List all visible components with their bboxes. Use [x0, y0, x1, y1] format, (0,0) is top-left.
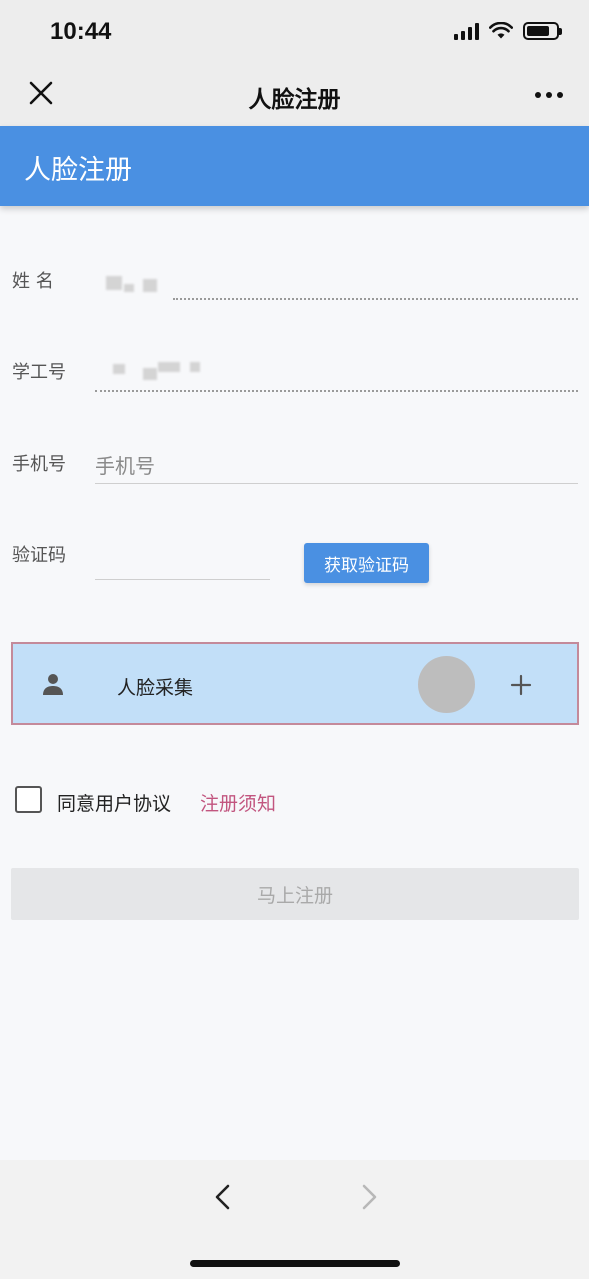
blurred-text	[113, 364, 125, 374]
plus-icon[interactable]	[510, 674, 532, 696]
home-indicator	[190, 1260, 400, 1267]
phone-underline	[95, 483, 578, 484]
back-arrow-icon[interactable]	[210, 1182, 236, 1212]
status-time: 10:44	[50, 18, 112, 45]
face-capture-label: 人脸采集	[117, 677, 194, 699]
more-icon[interactable]	[535, 92, 563, 98]
battery-icon	[523, 22, 562, 40]
face-capture-row[interactable]: 人脸采集	[11, 642, 579, 725]
terms-link[interactable]: 注册须知	[200, 789, 276, 816]
submit-button[interactable]: 马上注册	[11, 868, 579, 920]
status-bar: 10:44	[0, 0, 589, 64]
blurred-text	[106, 276, 122, 290]
cellular-signal-icon	[454, 22, 479, 40]
phone-input[interactable]: 手机号	[95, 450, 155, 479]
face-avatar-placeholder	[418, 656, 475, 713]
get-code-button[interactable]: 获取验证码	[304, 543, 429, 583]
nav-bar: 人脸注册	[0, 64, 589, 126]
agree-checkbox[interactable]	[15, 786, 42, 813]
status-icons	[454, 22, 562, 40]
forward-arrow-icon[interactable]	[356, 1182, 382, 1212]
student-id-label: 学工号	[12, 362, 66, 383]
wifi-icon	[489, 22, 513, 39]
person-icon	[43, 674, 63, 695]
nav-title: 人脸注册	[248, 87, 341, 113]
name-underline	[173, 298, 578, 300]
name-label: 姓 名	[12, 271, 54, 292]
code-label: 验证码	[12, 545, 66, 566]
page-title: 人脸注册	[24, 155, 132, 186]
bottom-bar	[0, 1160, 589, 1279]
student-id-underline	[95, 390, 578, 392]
code-input[interactable]	[95, 579, 270, 580]
agree-label: 同意用户协议	[57, 793, 172, 815]
page-header: 人脸注册	[0, 126, 589, 206]
phone-label: 手机号	[12, 454, 66, 475]
